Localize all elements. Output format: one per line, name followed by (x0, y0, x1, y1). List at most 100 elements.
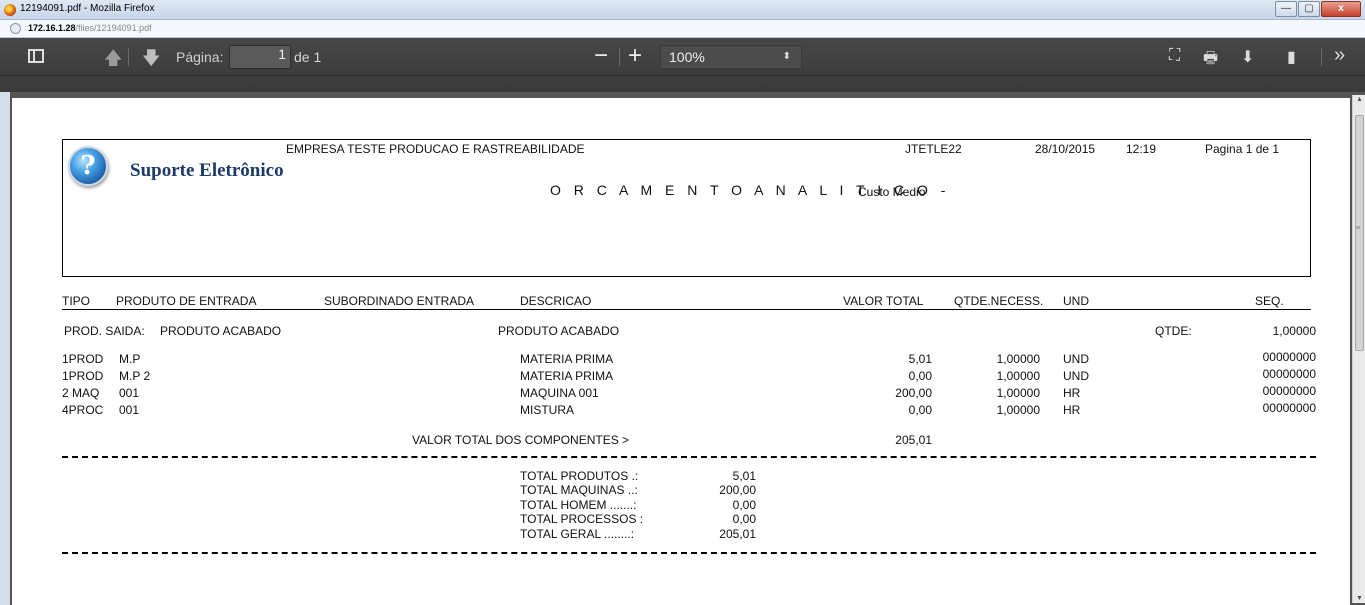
total-label: TOTAL HOMEM .......: (520, 498, 637, 512)
total-value: 0,00 (732, 498, 756, 512)
total-label: TOTAL PRODUTOS .: (520, 469, 639, 483)
row-valor: 5,01 (908, 352, 932, 366)
minimize-button[interactable]: — (1275, 1, 1297, 17)
toolbar-separator (128, 48, 129, 66)
row-qtde: 1,00000 (996, 369, 1040, 383)
row-qtde: 1,00000 (996, 352, 1040, 366)
row-valor: 0,00 (908, 403, 932, 417)
brand-name: Suporte Eletrônico (130, 160, 284, 181)
report-date: 28/10/2015 (1035, 142, 1096, 156)
zoom-value: 100% (669, 49, 705, 65)
window-title: 12194091.pdf - Mozilla Firefox (20, 3, 155, 14)
zoom-select[interactable]: 100% ⬍ (660, 45, 802, 69)
scroll-grip-icon: ≡ (1356, 225, 1361, 232)
scrollbar-thumb[interactable] (1355, 115, 1364, 351)
pdf-toolbar: 🡅 🡇 Página: 1 de 1 − + 100% ⬍ ⛶ 🖶 ⬇ ▮ » (0, 38, 1365, 92)
col-valor-total: VALOR TOTAL (843, 294, 924, 308)
row-tipo: 1PROD (62, 369, 104, 383)
maximize-button[interactable]: ▢ (1298, 1, 1320, 17)
row-tipo: 1PROD (62, 352, 104, 366)
cost-method: Custo Medio (858, 185, 926, 199)
address-bar[interactable]: 172.16.1.28/files/12194091.pdf (0, 20, 1365, 38)
row-produto: M.P 2 (119, 369, 151, 383)
row-produto: 001 (119, 403, 140, 417)
total-value: 0,00 (732, 512, 756, 526)
row-produto: M.P (119, 352, 141, 366)
row-qtde: 1,00000 (996, 403, 1040, 417)
zoom-in-icon[interactable]: + (628, 42, 642, 70)
fullscreen-icon[interactable]: ⛶ (1169, 47, 1180, 65)
row-seq: 00000000 (1262, 384, 1316, 398)
chevron-updown-icon: ⬍ (782, 51, 791, 62)
prod-saida-description: PRODUTO ACABADO (498, 324, 620, 338)
window-titlebar: 12194091.pdf - Mozilla Firefox — ▢ x (0, 0, 1365, 20)
total-label: TOTAL PROCESSOS : (520, 512, 644, 526)
row-seq: 00000000 (1262, 401, 1316, 415)
report-time: 12:19 (1126, 142, 1157, 156)
page-number-input[interactable]: 1 (229, 45, 291, 69)
row-valor: 0,00 (908, 369, 932, 383)
arrow-up-icon[interactable]: 🡅 (104, 46, 123, 76)
col-und: UND (1063, 294, 1089, 308)
dashed-rule (62, 456, 1316, 458)
row-tipo: 2 MAQ (62, 386, 100, 400)
dashed-rule (62, 552, 1316, 554)
row-descricao: MISTURA (520, 403, 574, 417)
row-und: UND (1063, 369, 1089, 383)
prod-saida-qtde-label: QTDE: (1155, 324, 1192, 338)
total-value: 205,01 (719, 527, 756, 541)
vertical-scrollbar[interactable]: ▲ ≡ ▼ (1352, 95, 1365, 603)
pdf-page: ? Suporte Eletrônico EMPRESA TESTE PRODU… (12, 98, 1350, 605)
close-button[interactable]: x (1321, 1, 1361, 17)
col-qtde: QTDE.NECESS. (954, 294, 1044, 308)
row-descricao: MATERIA PRIMA (520, 352, 614, 366)
components-total-label: VALOR TOTAL DOS COMPONENTES > (412, 433, 630, 447)
sidebar-icon[interactable] (28, 49, 44, 63)
scroll-up-icon[interactable]: ▲ (1356, 96, 1363, 103)
prod-saida-code: PRODUTO ACABADO (160, 324, 282, 338)
page-label: Página: (176, 49, 224, 65)
print-icon[interactable]: 🖶 (1203, 47, 1218, 74)
report-user: JTETLE22 (905, 142, 962, 156)
row-valor: 200,00 (895, 386, 932, 400)
col-descricao: DESCRICAO (520, 294, 592, 308)
col-tipo: TIPO (62, 294, 91, 308)
header-rule (62, 309, 1311, 310)
left-strip (0, 92, 10, 605)
download-icon[interactable]: ⬇ (1241, 47, 1254, 67)
row-und: HR (1063, 386, 1081, 400)
help-icon: ? (68, 146, 108, 186)
row-seq: 00000000 (1262, 367, 1316, 381)
col-seq: SEQ. (1255, 294, 1284, 308)
components-total-value: 205,01 (895, 433, 932, 447)
row-descricao: MATERIA PRIMA (520, 369, 614, 383)
company-name: EMPRESA TESTE PRODUCAO E RASTREABILIDADE (286, 142, 585, 156)
toolbar-separator (1321, 48, 1322, 66)
total-value: 200,00 (719, 483, 756, 497)
prod-saida-label: PROD. SAIDA: (64, 324, 145, 338)
url-text[interactable]: 172.16.1.28/files/12194091.pdf (28, 23, 152, 33)
row-und: UND (1063, 352, 1089, 366)
arrow-down-icon[interactable]: 🡇 (142, 46, 161, 76)
more-tools-icon[interactable]: » (1334, 44, 1345, 67)
zoom-out-icon[interactable]: − (594, 42, 608, 70)
row-seq: 00000000 (1262, 350, 1316, 364)
row-qtde: 1,00000 (996, 386, 1040, 400)
firefox-icon (4, 4, 16, 16)
toolbar-row: 🡅 🡇 Página: 1 de 1 − + 100% ⬍ ⛶ 🖶 ⬇ ▮ » (0, 38, 1365, 76)
prod-saida-qtde: 1,00000 (1272, 324, 1316, 338)
page-indicator: Pagina 1 de 1 (1205, 142, 1280, 156)
total-value: 5,01 (732, 469, 756, 483)
bookmark-icon[interactable]: ▮ (1287, 47, 1296, 67)
page-count: de 1 (294, 49, 322, 65)
col-subordinado: SUBORDINADO ENTRADA (324, 294, 475, 308)
site-identity-icon[interactable] (10, 23, 21, 34)
toolbar-separator (619, 48, 620, 66)
window-controls: — ▢ x (1274, 1, 1361, 17)
total-label: TOTAL GERAL ........: (520, 527, 635, 541)
row-produto: 001 (119, 386, 140, 400)
total-label: TOTAL MAQUINAS ..: (520, 483, 638, 497)
col-produto-entrada: PRODUTO DE ENTRADA (116, 294, 257, 308)
row-tipo: 4PROC (62, 403, 104, 417)
scroll-down-icon[interactable]: ▼ (1356, 595, 1363, 602)
